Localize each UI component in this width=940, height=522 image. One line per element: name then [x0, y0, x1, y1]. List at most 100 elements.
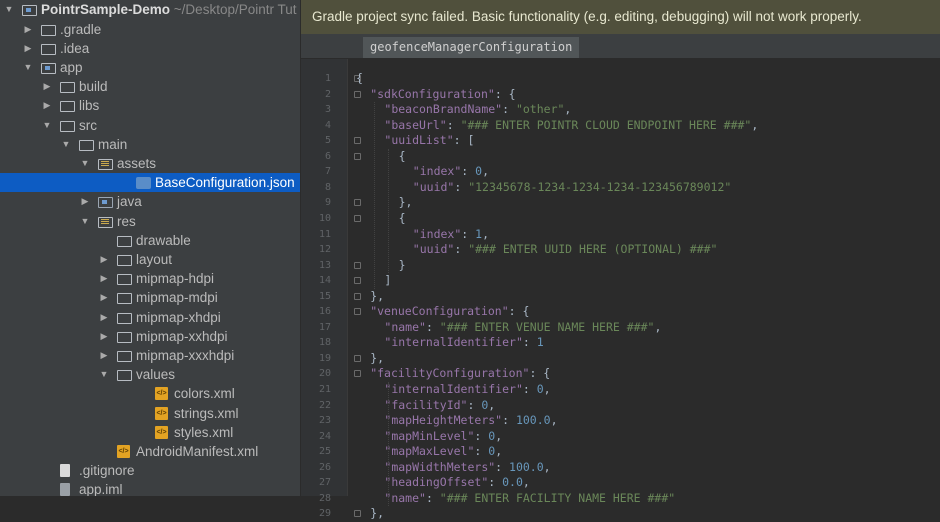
fold-marker-icon[interactable] [354, 292, 361, 300]
chevron-down-icon[interactable]: ▼ [80, 154, 90, 173]
editor-tab[interactable]: geofenceManagerConfiguration [363, 37, 580, 58]
json-punctuation: : [522, 335, 537, 350]
xml-file-icon: </> [155, 406, 168, 420]
tree-item[interactable]: ▶ mipmap-hdpi [0, 269, 300, 288]
fold-marker-icon[interactable] [354, 199, 361, 207]
code-line: "uuid": "### ENTER UUID HERE (OPTIONAL) … [413, 242, 718, 258]
tree-item[interactable]: ▼ values [0, 365, 300, 384]
tree-item[interactable]: </> styles.xml [0, 423, 300, 442]
json-key: "mapMinLevel" [384, 428, 475, 443]
tree-item[interactable]: ▶ .gradle [0, 20, 300, 39]
json-punctuation: : [461, 164, 476, 179]
code-line: ] [384, 273, 391, 289]
json-punctuation: , [543, 459, 551, 474]
tree-item-label: drawable [136, 232, 191, 248]
tree-item[interactable]: ▶ layout [0, 250, 300, 269]
chevron-right-icon[interactable]: ▶ [99, 288, 109, 307]
json-punctuation: , [550, 413, 558, 428]
folder-icon [79, 139, 94, 151]
chevron-right-icon[interactable]: ▶ [99, 346, 109, 365]
json-punctuation: : [502, 413, 516, 428]
line-number: 14 [318, 275, 331, 287]
project-root-row[interactable]: ▼ PointrSample-Demo ~/Desktop/Pointr Tut [0, 0, 300, 19]
tree-item-label: java [117, 194, 142, 210]
chevron-down-icon[interactable]: ▼ [42, 116, 52, 135]
line-number: 1 [324, 73, 331, 84]
tree-item[interactable]: ▶ libs [0, 96, 300, 115]
fold-marker-icon[interactable] [354, 137, 361, 145]
code-line: } [399, 258, 406, 274]
json-key: "beaconBrandName" [384, 102, 503, 117]
json-file-icon [136, 177, 151, 190]
tree-item[interactable]: app.iml [0, 480, 300, 496]
tree-item-label: AndroidManifest.xml [136, 443, 259, 459]
chevron-right-icon[interactable]: ▶ [42, 96, 52, 115]
json-punctuation: { [398, 210, 406, 225]
line-number: 4 [324, 119, 331, 131]
tree-item[interactable]: ▼ main [0, 135, 300, 154]
tree-item[interactable]: ▶ mipmap-xhdpi [0, 308, 300, 327]
tree-item-label: app [60, 59, 83, 75]
tree-item[interactable]: ▶ mipmap-xxxhdpi [0, 346, 300, 365]
fold-marker-icon[interactable] [354, 277, 361, 285]
json-number: 100.0 [515, 413, 551, 428]
json-punctuation: }, [370, 288, 385, 303]
chevron-right-icon[interactable]: ▶ [23, 39, 33, 58]
line-number: 3 [324, 104, 331, 116]
fold-marker-icon[interactable] [354, 152, 361, 160]
fold-marker-icon[interactable] [354, 261, 361, 269]
resource-folder-icon [98, 216, 113, 228]
tree-item[interactable]: </> colors.xml [0, 384, 300, 403]
chevron-right-icon[interactable]: ▶ [80, 192, 90, 211]
folder-icon [117, 331, 132, 343]
tree-item[interactable]: ▶ mipmap-xxhdpi [0, 327, 300, 346]
fold-marker-icon[interactable] [354, 370, 361, 378]
tree-item[interactable]: ▶ java [0, 192, 300, 211]
tree-item[interactable]: ▶ mipmap-mdpi [0, 288, 300, 307]
chevron-right-icon[interactable]: ▶ [99, 327, 109, 346]
json-key: "baseUrl" [384, 117, 447, 132]
chevron-down-icon[interactable]: ▼ [80, 212, 90, 231]
json-punctuation: : { [494, 86, 516, 101]
tree-item[interactable]: drawable [0, 231, 300, 250]
tree-item[interactable]: .gitignore [0, 461, 300, 480]
fold-marker-icon[interactable] [354, 308, 361, 316]
tree-item[interactable]: BaseConfiguration.json [0, 173, 300, 193]
chevron-right-icon[interactable]: ▶ [99, 269, 109, 288]
chevron-down-icon[interactable]: ▼ [99, 365, 109, 384]
fold-marker-icon[interactable] [354, 214, 361, 222]
chevron-right-icon[interactable]: ▶ [99, 250, 109, 269]
indent-guide [388, 382, 390, 507]
tree-item[interactable]: ▶ build [0, 77, 300, 96]
chevron-down-icon[interactable]: ▼ [23, 58, 33, 77]
json-punctuation: }, [370, 506, 385, 521]
chevron-down-icon[interactable]: ▼ [61, 135, 71, 154]
folder-icon [60, 101, 75, 113]
chevron-right-icon[interactable]: ▶ [99, 308, 109, 327]
line-number: 6 [324, 150, 331, 162]
tree-item[interactable]: ▼ src [0, 116, 300, 135]
json-string: "### ENTER VENUE NAME HERE ###" [439, 319, 655, 334]
chevron-right-icon[interactable]: ▶ [23, 20, 33, 39]
chevron-right-icon[interactable]: ▶ [42, 77, 52, 96]
json-key: "mapHeightMeters" [384, 413, 503, 428]
line-number: 22 [318, 399, 331, 411]
tree-item[interactable]: ▶ .idea [0, 39, 300, 58]
tree-item[interactable]: </> strings.xml [0, 404, 300, 423]
json-punctuation: } [398, 257, 406, 272]
fold-marker-icon[interactable] [354, 354, 361, 362]
tree-item[interactable]: ▼ res [0, 212, 300, 231]
tree-item-label: colors.xml [174, 386, 235, 402]
tree-item[interactable]: ▼ assets [0, 154, 300, 173]
tree-item[interactable]: </> AndroidManifest.xml [0, 442, 300, 461]
json-string: "### ENTER FACILITY NAME HERE ###" [439, 490, 676, 505]
tree-item-label: values [136, 367, 176, 383]
code-line: { [356, 71, 363, 87]
code-line: { [399, 211, 406, 227]
chevron-down-icon[interactable]: ▼ [4, 0, 14, 19]
tree-item[interactable]: ▼ app [0, 58, 300, 77]
line-number: 15 [318, 290, 331, 302]
fold-marker-icon[interactable] [354, 510, 361, 518]
fold-marker-icon[interactable] [354, 90, 361, 98]
code-line: "index": 0, [413, 164, 489, 180]
